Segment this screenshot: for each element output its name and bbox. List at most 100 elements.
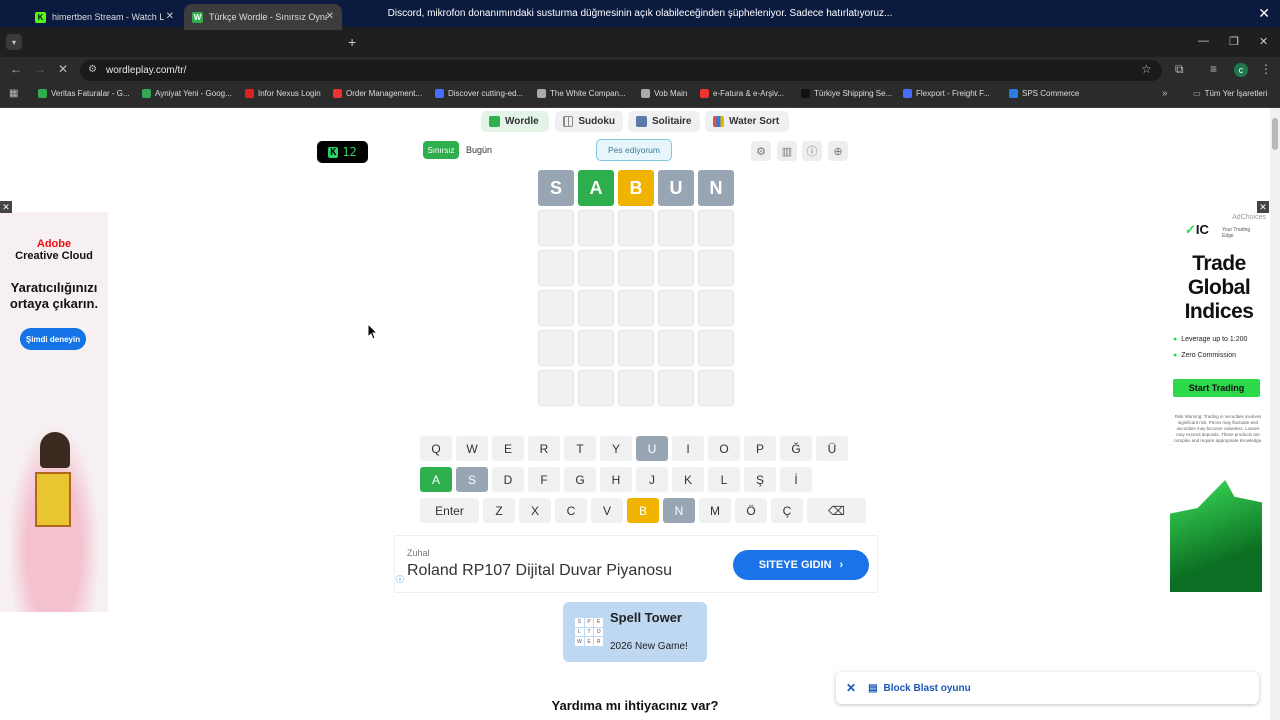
key[interactable]: A	[420, 467, 452, 492]
key[interactable]: G	[564, 467, 596, 492]
restore-icon[interactable]: ❐	[1229, 35, 1239, 48]
close-ad-icon[interactable]: ✕	[0, 201, 12, 213]
block-blast-toast[interactable]: ✕ ▤ Block Blast oyunu	[836, 672, 1259, 704]
bookmark-item[interactable]: Vob Main	[641, 89, 687, 98]
banner-title: Roland RP107 Dijital Duvar Piyanosu	[407, 562, 673, 579]
menu-icon[interactable]: ⋮	[1260, 62, 1272, 76]
tab-search-button[interactable]: ▾	[6, 34, 22, 50]
key[interactable]: O	[708, 436, 740, 461]
kick-icon: K	[35, 11, 46, 23]
stats-icon[interactable]: ▥	[777, 141, 797, 161]
key[interactable]: B	[627, 498, 659, 523]
mode-unlimited-button[interactable]: Sınırsız	[423, 141, 459, 159]
key[interactable]: I	[672, 436, 704, 461]
nav-wordle[interactable]: Wordle	[481, 111, 549, 132]
nav-solitaire[interactable]: Solitaire	[628, 111, 700, 132]
key[interactable]: W	[456, 436, 488, 461]
close-icon[interactable]: ✕	[1258, 5, 1270, 22]
bookmark-star-icon[interactable]: ☆	[1141, 62, 1152, 76]
key[interactable]: Y	[600, 436, 632, 461]
forward-icon[interactable]: →	[34, 62, 46, 76]
scrollbar-thumb[interactable]	[1272, 118, 1278, 150]
bookmark-item[interactable]: SPS Commerce	[1009, 89, 1079, 98]
close-ad-icon[interactable]: ✕	[1257, 201, 1269, 213]
key[interactable]: Ğ	[780, 436, 812, 461]
more-bookmarks-icon[interactable]: »	[1162, 88, 1168, 99]
plus-icon[interactable]: ⊕	[828, 141, 848, 161]
bookmark-item[interactable]: Türkiye Shipping Se...	[801, 89, 892, 98]
key[interactable]: E	[492, 436, 524, 461]
bookmark-favicon-icon	[641, 89, 650, 98]
enter-key[interactable]: Enter	[420, 498, 479, 523]
key[interactable]: Z	[483, 498, 515, 523]
key[interactable]: C	[555, 498, 587, 523]
board-tile: N	[698, 170, 734, 206]
close-window-icon[interactable]: ✕	[1259, 35, 1268, 48]
key[interactable]: Ç	[771, 498, 803, 523]
key[interactable]: S	[456, 467, 488, 492]
extensions-icon[interactable]: ⧉	[1175, 62, 1184, 77]
close-icon[interactable]: ✕	[846, 681, 856, 695]
check-icon: ●	[1173, 352, 1178, 359]
give-up-button[interactable]: Pes ediyorum	[596, 139, 672, 161]
ad-cta-button[interactable]: Start Trading	[1173, 379, 1260, 397]
stop-loading-icon[interactable]: ✕	[58, 62, 68, 76]
key[interactable]: K	[672, 467, 704, 492]
key[interactable]: Ş	[744, 467, 776, 492]
bookmark-item[interactable]: Flexport - Freight F...	[903, 89, 990, 98]
key[interactable]: Ö	[735, 498, 767, 523]
page-scrollbar[interactable]	[1270, 108, 1280, 720]
settings-icon[interactable]: ⚙	[751, 141, 771, 161]
back-icon[interactable]: ←	[10, 62, 22, 76]
key[interactable]: H	[600, 467, 632, 492]
minimize-icon[interactable]: —	[1198, 35, 1209, 47]
key[interactable]: D	[492, 467, 524, 492]
spell-tower-promo[interactable]: SPELTOWER Spell Tower 2026 New Game!	[563, 602, 707, 662]
key[interactable]: X	[519, 498, 551, 523]
all-bookmarks-folder[interactable]: ▭ Tüm Yer İşaretleri	[1193, 89, 1267, 98]
nav-water-sort[interactable]: Water Sort	[705, 111, 789, 132]
key[interactable]: J	[636, 467, 668, 492]
tab-kick[interactable]: K himertben Stream - Watch Live ✕	[27, 4, 182, 30]
close-tab-icon[interactable]: ✕	[326, 11, 334, 22]
ad-info-icon[interactable]: ⓘ	[396, 574, 404, 585]
bookmark-item[interactable]: e-Fatura & e-Arşiv...	[700, 89, 784, 98]
key[interactable]: İ	[780, 467, 812, 492]
bookmark-item[interactable]: Veritas Faturalar - G...	[38, 89, 130, 98]
profile-avatar[interactable]: c	[1234, 63, 1248, 77]
key[interactable]: N	[663, 498, 695, 523]
address-bar[interactable]: wordleplay.com/tr/	[80, 60, 1162, 81]
key[interactable]: P	[744, 436, 776, 461]
key[interactable]: M	[699, 498, 731, 523]
banner-cta-button[interactable]: SITEYE GIDIN ›	[733, 550, 869, 580]
key[interactable]: U	[636, 436, 668, 461]
key[interactable]: F	[528, 467, 560, 492]
site-info-icon[interactable]: ⚙	[88, 64, 97, 75]
close-tab-icon[interactable]: ✕	[166, 11, 174, 22]
apps-icon[interactable]: ▦	[9, 88, 18, 99]
backspace-key[interactable]: ⌫	[807, 498, 866, 523]
bookmark-item[interactable]: The White Compan...	[537, 89, 626, 98]
bookmark-item[interactable]: Infor Nexus Login	[245, 89, 321, 98]
banner-ad[interactable]: Zuhal Roland RP107 Dijital Duvar Piyanos…	[394, 535, 878, 593]
adobe-ad[interactable]: Adobe Creative Cloud Yaratıcılığınızı or…	[0, 212, 108, 612]
ad-house-shape	[35, 472, 71, 527]
bookmark-item[interactable]: Order Management...	[333, 89, 422, 98]
key[interactable]: T	[564, 436, 596, 461]
tubes-icon	[713, 116, 724, 127]
tab-wordle[interactable]: W Türkçe Wordle - Sınırsız Oyna ✕	[184, 4, 342, 30]
key[interactable]: L	[708, 467, 740, 492]
bookmark-item[interactable]: Ayniyat Yeni - Goog...	[142, 89, 232, 98]
key[interactable]: R	[528, 436, 560, 461]
ic-markets-ad[interactable]: AdChoices ✓IC Your Trading Edge Trade Gl…	[1165, 212, 1270, 610]
bookmark-item[interactable]: Discover cutting-ed...	[435, 89, 523, 98]
nav-sudoku[interactable]: Sudoku	[555, 111, 623, 132]
info-icon[interactable]: ⓘ	[802, 141, 822, 161]
mode-today-button[interactable]: Bugün	[466, 145, 492, 155]
media-icon[interactable]: ≡	[1210, 62, 1217, 76]
new-tab-icon[interactable]: +	[348, 34, 356, 50]
key[interactable]: V	[591, 498, 623, 523]
key[interactable]: Q	[420, 436, 452, 461]
key[interactable]: Ü	[816, 436, 848, 461]
ad-cta-button[interactable]: Şimdi deneyin	[20, 328, 86, 350]
